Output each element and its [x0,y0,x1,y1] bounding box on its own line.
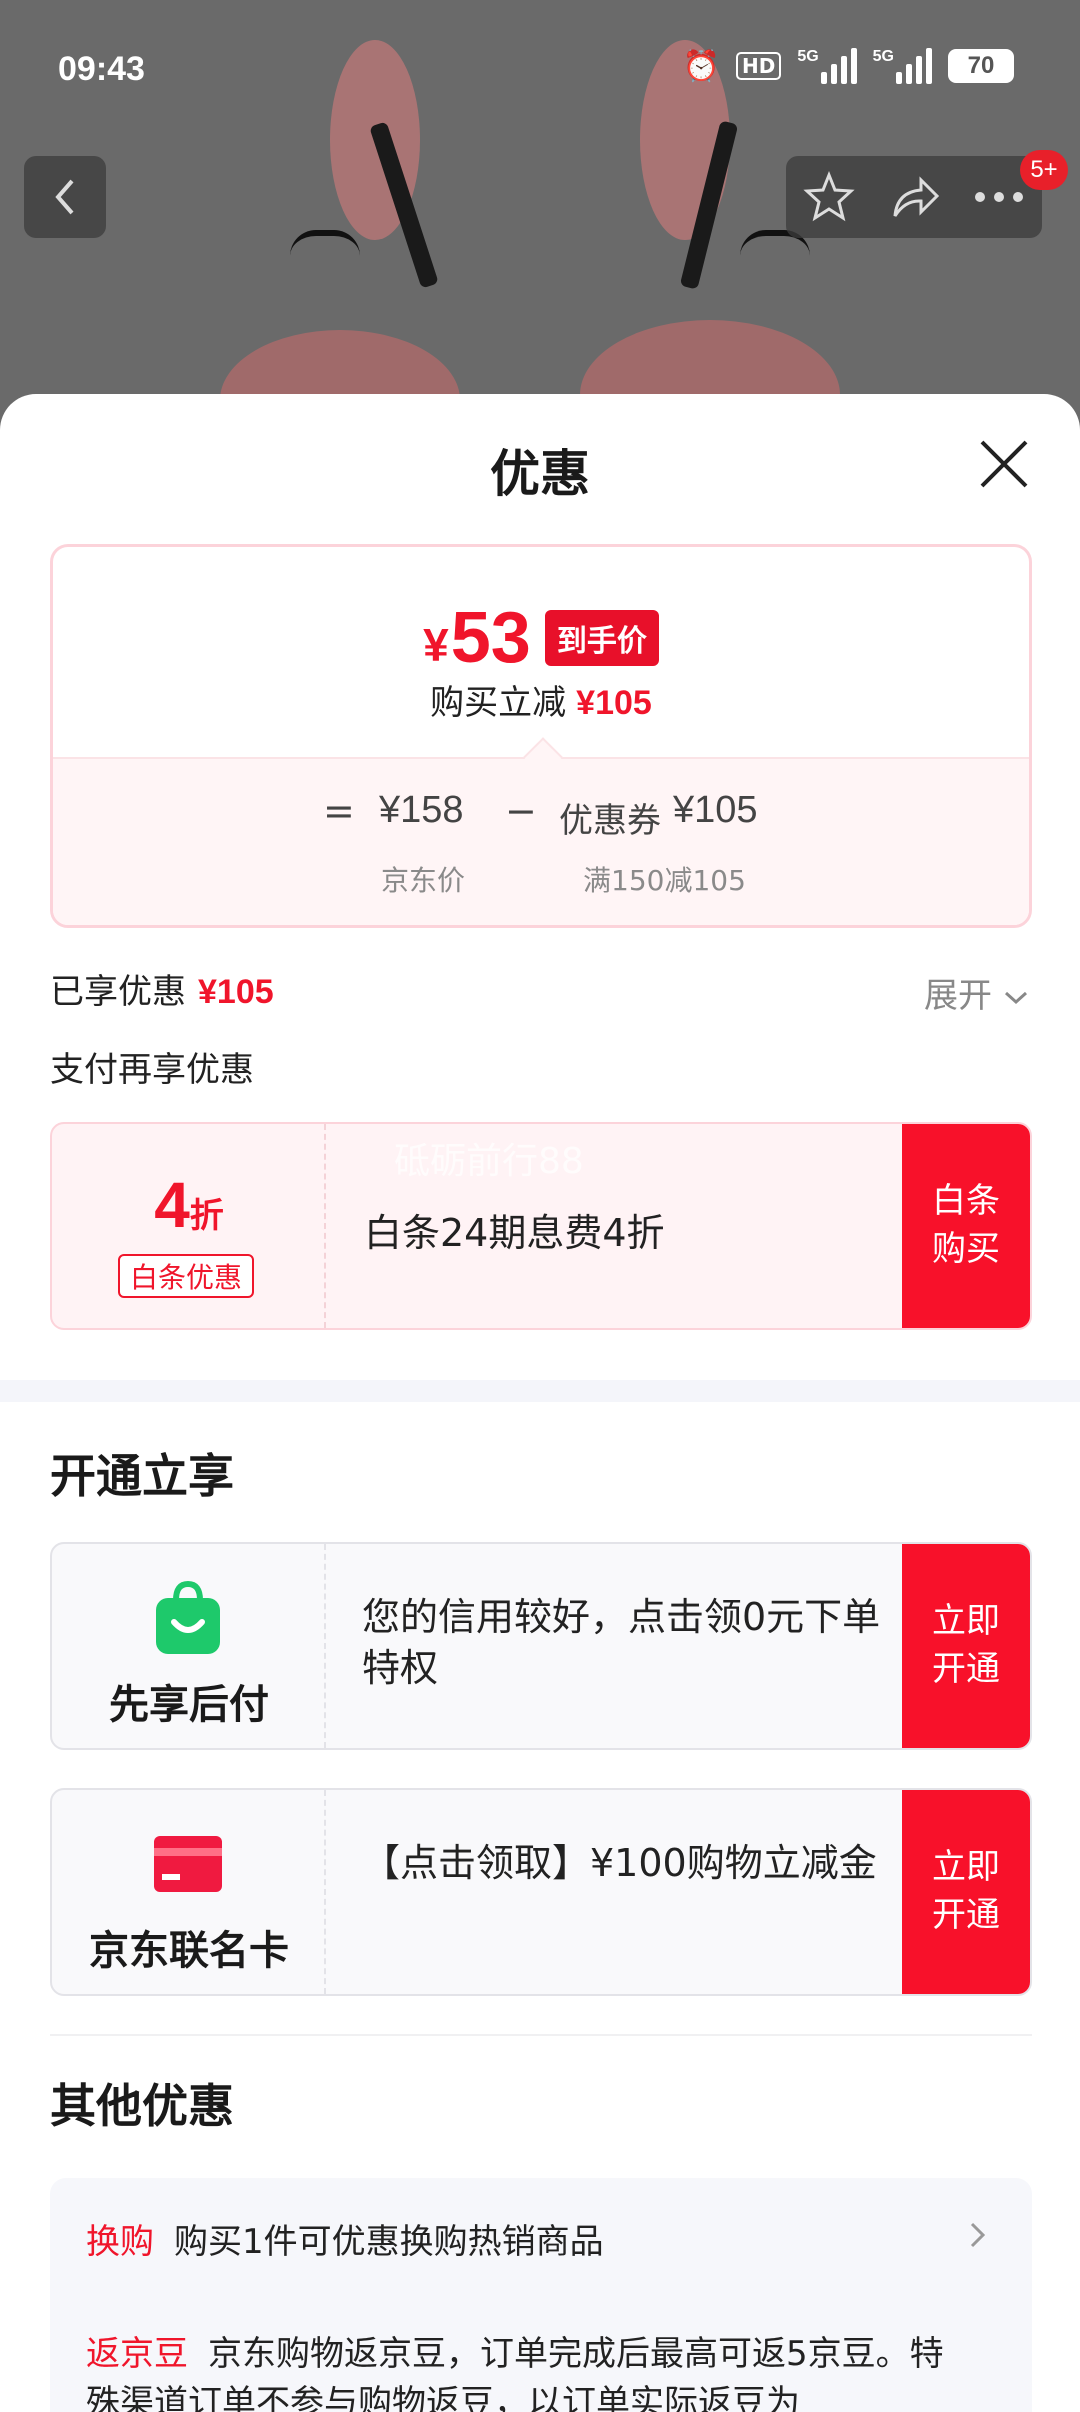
coupon-caption: 满150减105 [583,864,746,897]
exchange-offer-row[interactable]: 换购 购买1件可优惠换购热销商品 [86,2214,604,2263]
share-icon[interactable] [887,170,941,224]
chevron-left-icon [55,179,74,215]
co-branded-text: 【点击领取】¥100购物立减金 [362,1841,877,1885]
co-branded-label: 京东联名卡 [89,1928,289,1974]
watermark-text: 砥砺前行88 [394,1141,584,1182]
star-icon[interactable] [802,170,856,224]
expand-toggle[interactable]: 展开 [924,968,1029,1017]
final-price-tag: 到手价 [544,610,659,666]
back-button[interactable] [24,156,106,238]
jingdou-offer-row: 返京豆 京东购物返京豆，订单完成后最高可返5京豆。特殊渠道订单不参与购物返豆，以订… [86,2334,944,2412]
baitiao-buy-button[interactable]: 白条 购买 [902,1124,1030,1328]
pay-more-label: 支付再享优惠 [50,1050,254,1090]
pay-later-card[interactable]: 先享后付 您的信用较好，点击领0元下单特权 立即 开通 [50,1542,1032,1750]
exchange-tag: 换购 [86,2222,154,2262]
price-breakdown-card: ¥ 53 到手价 购买立减 ¥105 = ¥158 − 优惠券 ¥105 京东价 … [50,544,1032,928]
signal-icon-2: 5G [873,48,932,84]
pay-later-open-button[interactable]: 立即 开通 [902,1544,1030,1748]
baitiao-tag: 白条优惠 [118,1254,255,1298]
hd-icon: HD [735,52,782,80]
chevron-right-icon[interactable] [968,2220,988,2250]
enjoyed-discount: 已享优惠 ¥105 [50,972,274,1012]
discount-sheet: 优惠 ¥ 53 到手价 购买立减 ¥105 = ¥158 − 优惠券 ¥105 京… [0,394,1080,2412]
shopping-bag-icon [156,1580,220,1654]
final-price: 53 [450,598,531,678]
status-time: 09:43 [58,50,145,88]
sheet-title: 优惠 [490,445,590,503]
other-section-title: 其他优惠 [50,2079,234,2133]
pay-later-text: 您的信用较好，点击领0元下单特权 [362,1595,881,1691]
signal-icon-1: 5G [797,48,857,84]
divider-line [50,2034,1032,2036]
alarm-icon: ⏰ [682,48,720,84]
other-offers-card: 换购 购买1件可优惠换购热销商品 返京豆 京东购物返京豆，订单完成后最高可返5京豆。… [50,2178,1032,2412]
chevron-down-icon [1004,991,1027,1005]
pay-later-label: 先享后付 [109,1682,269,1728]
more-icon[interactable] [972,187,1026,207]
nav-actions [786,156,1042,238]
instant-discount-value: ¥105 [576,684,652,722]
close-icon[interactable] [974,434,1034,494]
baitiao-offer-text: 白条24期息费4折 [364,1211,665,1255]
base-price: ¥158 [379,789,464,831]
base-price-caption: 京东价 [381,864,466,897]
battery-icon: 70 [948,49,1014,83]
credit-card-icon [154,1836,222,1892]
status-bar: 09:43 ⏰ HD 5G 5G 70 [0,0,1080,140]
jingdou-tag: 返京豆 [86,2334,188,2374]
instant-discount-line: 购买立减 ¥105 [430,683,652,723]
baitiao-discount: 4折 [154,1169,224,1241]
currency-symbol: ¥ [423,619,449,671]
co-branded-card[interactable]: 京东联名卡 【点击领取】¥100购物立减金 立即 开通 [50,1788,1032,1996]
message-count-badge: 5+ [1020,150,1068,190]
section-divider [0,1380,1080,1402]
coupon-label: 优惠券 [559,801,661,841]
open-section-title: 开通立享 [50,1449,234,1503]
co-branded-open-button[interactable]: 立即 开通 [902,1790,1030,1994]
status-icons: ⏰ HD 5G 5G 70 [683,48,1014,84]
coupon-value: ¥105 [673,789,758,831]
